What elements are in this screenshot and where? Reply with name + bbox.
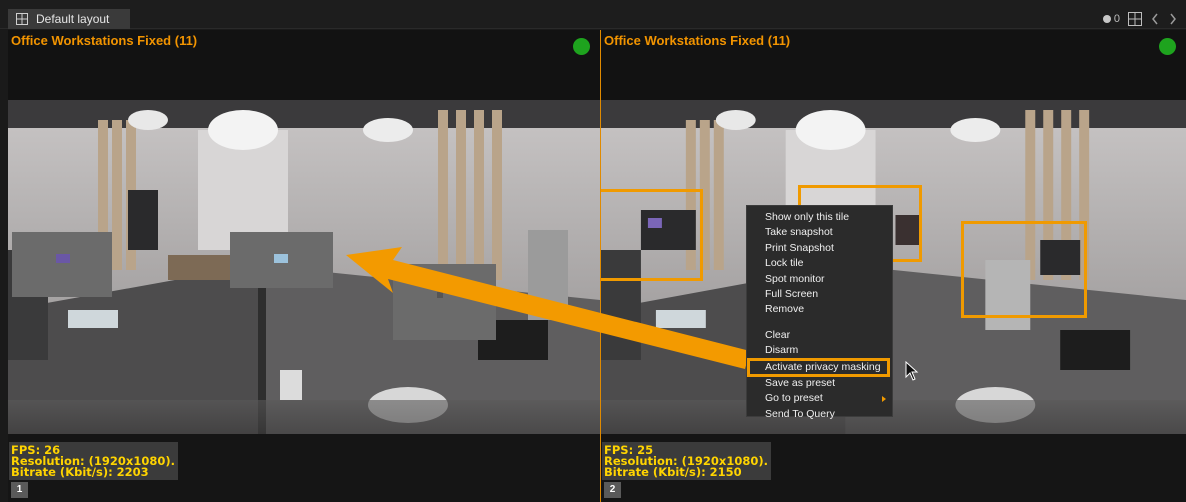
privacy-mask — [393, 264, 496, 340]
menu-item-full-screen[interactable]: Full Screen — [747, 287, 892, 302]
alarm-indicator[interactable]: 0 — [1102, 13, 1120, 25]
mouse-cursor-icon — [905, 361, 919, 381]
submenu-arrow-icon — [882, 396, 886, 403]
chevron-right-icon[interactable] — [1168, 12, 1178, 26]
privacy-zone-box[interactable] — [601, 189, 703, 281]
layout-tab[interactable]: Default layout 101 — [8, 9, 130, 46]
menu-item-activate-privacy-masking[interactable]: Activate privacy masking — [747, 357, 890, 377]
menu-item-clear[interactable]: Clear — [747, 328, 892, 343]
privacy-zone-box[interactable] — [961, 221, 1087, 318]
menu-item-save-as-preset[interactable]: Save as preset — [747, 376, 892, 391]
layout-grid-icon — [16, 13, 28, 25]
tile-number-badge[interactable]: 2 — [604, 482, 621, 498]
camera-tile-1[interactable]: Office Workstations Fixed (11) FPS: 26 R… — [8, 30, 600, 502]
camera-tile-2[interactable]: Office Workstations Fixed (11) FPS: 25 R… — [600, 30, 1186, 502]
toolbar-right: 0 — [1102, 9, 1178, 29]
chevron-left-icon[interactable] — [1150, 12, 1160, 26]
tile-context-menu: Show only this tile Take snapshot Print … — [746, 205, 893, 420]
status-online-icon — [573, 38, 590, 55]
menu-item-take-snapshot[interactable]: Take snapshot — [747, 225, 892, 240]
menu-item-spot-monitor[interactable]: Spot monitor — [747, 272, 892, 287]
stream-stats: FPS: 25 Resolution: (1920x1080). Bitrate… — [602, 442, 771, 480]
camera-title: Office Workstations Fixed (11) — [604, 33, 791, 48]
alarm-dot-icon — [1102, 15, 1111, 23]
menu-item-print-snapshot[interactable]: Print Snapshot — [747, 241, 892, 256]
menu-item-lock-tile[interactable]: Lock tile — [747, 256, 892, 271]
menu-item-remove[interactable]: Remove — [747, 302, 892, 317]
stream-stats: FPS: 26 Resolution: (1920x1080). Bitrate… — [9, 442, 178, 480]
privacy-mask — [12, 232, 112, 297]
menu-item-send-to-query[interactable]: Send To Query — [747, 407, 892, 422]
bitrate-label: Bitrate (Kbit/s): 2203 — [11, 465, 149, 479]
menu-item-disarm[interactable]: Disarm — [747, 343, 892, 358]
bitrate-label: Bitrate (Kbit/s): 2150 — [604, 465, 742, 479]
camera-title: Office Workstations Fixed (11) — [11, 33, 198, 48]
privacy-mask — [230, 232, 333, 288]
menu-item-show-only-this-tile[interactable]: Show only this tile — [747, 210, 892, 225]
menu-item-go-to-preset[interactable]: Go to preset — [747, 391, 892, 406]
menu-item-go-to-preset-label: Go to preset — [765, 392, 823, 405]
alarm-count: 0 — [1113, 13, 1120, 25]
layout-toolbar: Default layout 101 0 — [0, 0, 1186, 46]
tile-number-badge[interactable]: 1 — [11, 482, 28, 498]
menu-separator — [747, 318, 892, 328]
layout-grid-icon[interactable] — [1128, 12, 1142, 26]
status-online-icon — [1159, 38, 1176, 55]
